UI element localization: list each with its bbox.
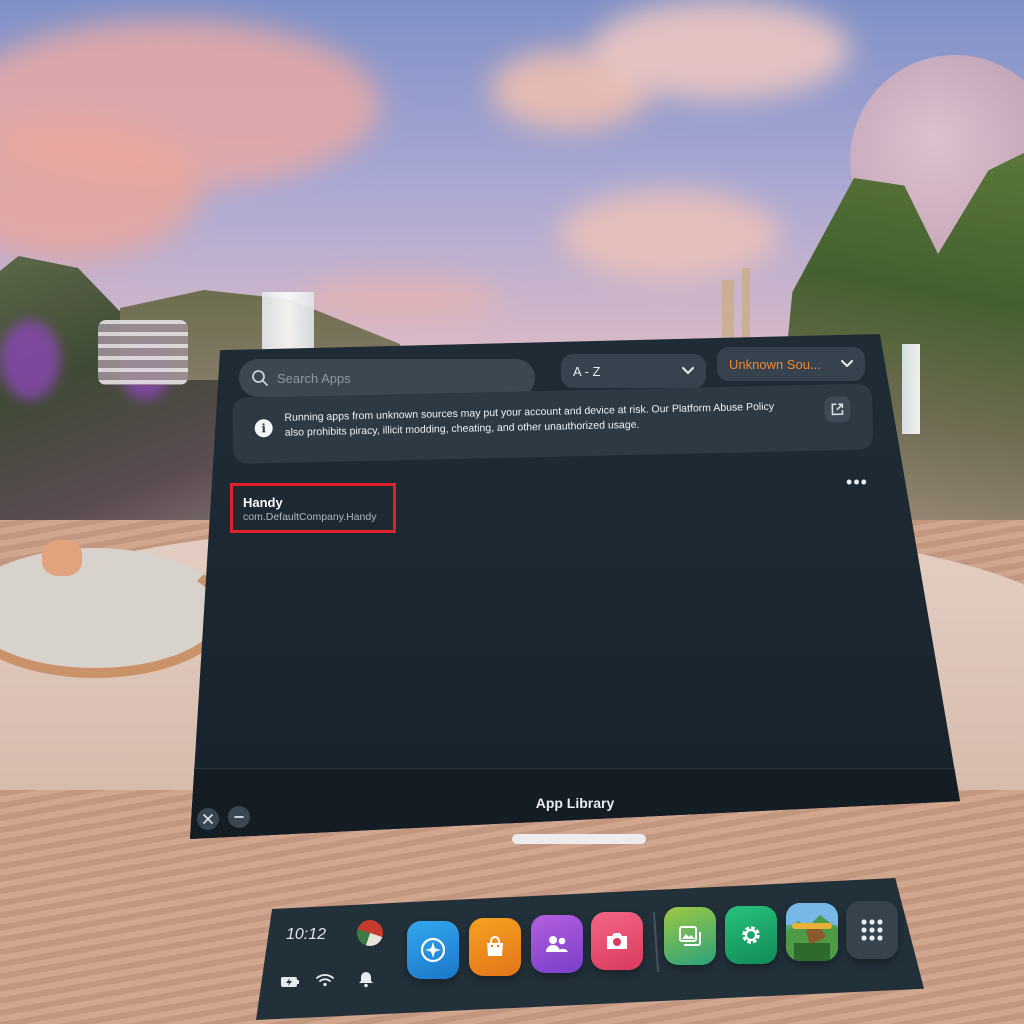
external-link-icon (831, 403, 844, 416)
settings-app-button[interactable] (725, 906, 777, 964)
spire (722, 280, 734, 340)
people-icon (546, 936, 568, 952)
store-icon (487, 936, 503, 956)
external-link-button[interactable] (824, 395, 851, 423)
close-button[interactable] (197, 808, 219, 830)
sort-dropdown[interactable]: A - Z (561, 354, 706, 388)
stool (42, 540, 82, 576)
minimize-button[interactable] (228, 806, 250, 828)
search-icon (252, 370, 268, 386)
store-app-button[interactable] (469, 918, 521, 976)
wifi-icon[interactable] (315, 972, 335, 988)
people-app-button[interactable] (531, 915, 583, 973)
avatar[interactable] (357, 920, 383, 946)
app-list-item-handy[interactable]: Handy com.DefaultCompany.Handy (230, 483, 396, 533)
app-name: Handy (243, 495, 283, 510)
purple-foliage (0, 320, 60, 400)
bell-icon[interactable] (356, 969, 376, 989)
cloud (300, 280, 500, 320)
cloud (590, 0, 850, 100)
chevron-down-icon (841, 360, 853, 367)
source-filter-dropdown[interactable]: Unknown Sou... (717, 347, 865, 381)
minimize-icon (234, 816, 244, 818)
gallery-icon (679, 926, 701, 946)
chevron-down-icon (682, 367, 694, 374)
explore-app-button[interactable] (407, 921, 459, 979)
camera-icon (607, 933, 627, 949)
game-icon (786, 903, 838, 961)
panel-drag-handle[interactable] (512, 834, 646, 844)
tower (98, 320, 188, 385)
gear-icon (742, 926, 760, 944)
panel-title: App Library (535, 795, 615, 811)
cloud (560, 190, 780, 280)
battery-icon[interactable] (280, 974, 300, 990)
close-icon (203, 814, 213, 824)
waterfall (902, 344, 920, 434)
camera-app-button[interactable] (591, 912, 643, 970)
sort-dropdown-value: A - Z (573, 363, 601, 379)
grid-icon (861, 919, 883, 941)
gallery-app-button[interactable] (664, 907, 716, 965)
info-icon: i (254, 419, 273, 438)
clock: 10:12 (286, 926, 327, 943)
search-input[interactable] (275, 369, 509, 387)
more-options-icon[interactable]: ••• (846, 473, 868, 494)
app-package-name: com.DefaultCompany.Handy (243, 511, 377, 523)
spire (742, 268, 750, 340)
warning-message: Running apps from unknown sources may pu… (284, 400, 775, 439)
explore-icon (420, 937, 446, 963)
source-filter-value: Unknown Sou... (729, 356, 821, 372)
game-app-button[interactable] (786, 903, 838, 961)
app-library-button[interactable] (846, 901, 898, 959)
